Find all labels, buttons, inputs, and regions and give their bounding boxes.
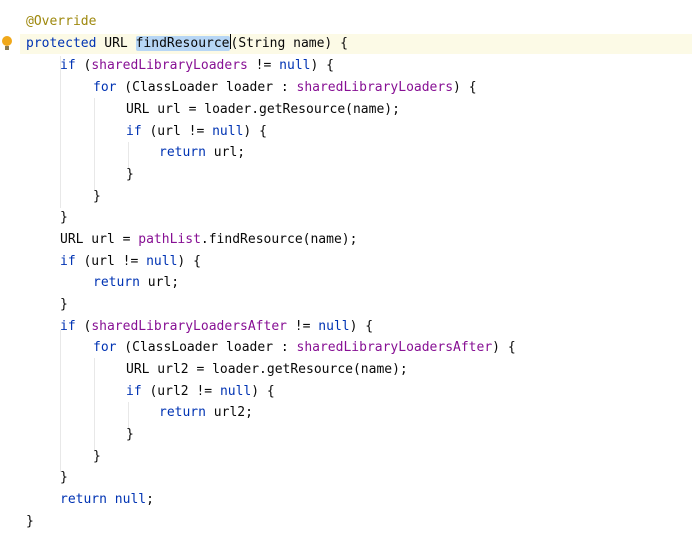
return-type: URL [96,36,136,51]
keyword: return [159,145,206,160]
code-text: ) { [243,124,267,139]
keyword: null [219,384,252,399]
code-line[interactable]: for (ClassLoader loader : sharedLibraryL… [26,78,477,98]
field-ref: pathList [138,232,201,247]
code-text: ) { [310,58,334,73]
code-text: URL url = [60,232,139,247]
keyword: null [106,492,147,507]
code-text: != [286,319,319,334]
code-line[interactable]: if (sharedLibraryLoadersAfter != null) { [26,317,373,337]
code-text: (ClassLoader loader : [116,80,297,95]
field-ref: sharedLibraryLoadersAfter [296,340,493,355]
field-ref: sharedLibraryLoaders [296,80,454,95]
code-text: ) { [453,80,477,95]
code-line[interactable]: } [26,512,34,532]
code-text: ( [75,58,92,73]
code-line[interactable]: for (ClassLoader loader : sharedLibraryL… [26,338,516,358]
code-text: ) { [349,319,374,334]
code-text: ; [146,492,154,507]
code-line[interactable]: } [26,295,68,315]
code-text: ( [75,319,92,334]
code-line[interactable]: if (sharedLibraryLoaders != null) { [26,56,334,76]
code-line[interactable]: } [26,208,68,228]
code-text: ) { [251,384,275,399]
keyword: if [60,319,76,334]
keyword: null [146,254,178,269]
keyword: null [212,124,244,139]
keyword: return [60,492,107,507]
keyword: return [93,275,140,290]
code-line[interactable]: protected URL findResource(String name) … [26,34,348,54]
keyword: if [60,58,76,73]
override-annotation: @Override [26,14,97,29]
keyword: if [60,254,76,269]
keyword: for [93,80,117,95]
keyword: for [93,340,117,355]
code-text: url2; [205,405,253,420]
field-ref: sharedLibraryLoaders [91,58,248,73]
code-text: (url2 != [141,384,220,399]
field-ref: sharedLibraryLoadersAfter [91,319,287,334]
code-text: .findResource(name); [200,232,358,247]
keyword: if [126,124,142,139]
code-line[interactable]: if (url2 != null) { [26,382,275,402]
keyword: return [159,405,206,420]
keyword: protected [26,36,97,51]
code-line[interactable]: } [26,447,101,467]
code-line[interactable]: if (url != null) { [26,252,201,272]
code-line[interactable]: return url; [26,273,179,293]
code-line[interactable]: return url; [26,143,245,163]
code-line[interactable]: URL url2 = loader.getResource(name); [26,360,408,380]
code-line[interactable]: return url2; [26,403,253,423]
code-line[interactable]: } [26,425,134,445]
code-text: ) { [177,254,201,269]
keyword: null [318,319,350,334]
code-line[interactable]: } [26,468,68,488]
code-line[interactable]: return null; [26,490,154,510]
method-name-highlight[interactable]: findResource [135,36,230,51]
code-line[interactable]: if (url != null) { [26,122,267,142]
code-text: (ClassLoader loader : [116,340,297,355]
code-line[interactable]: } [26,165,134,185]
code-text: ) { [492,340,516,355]
method-params: (String name) { [230,36,348,51]
code-line[interactable]: URL url = loader.getResource(name); [26,100,400,120]
code-text: url; [205,145,246,160]
code-text: != [247,58,280,73]
code-line[interactable]: URL url = pathList.findResource(name); [26,230,357,250]
code-line[interactable]: } [26,187,101,207]
keyword: if [126,384,142,399]
code-editor[interactable]: @Override protected URL findResource(Str… [0,0,692,543]
keyword: null [279,58,311,73]
code-text: (url != [75,254,147,269]
code-text: (url != [141,124,213,139]
intention-bulb-icon[interactable] [2,36,12,52]
code-text: url; [139,275,180,290]
